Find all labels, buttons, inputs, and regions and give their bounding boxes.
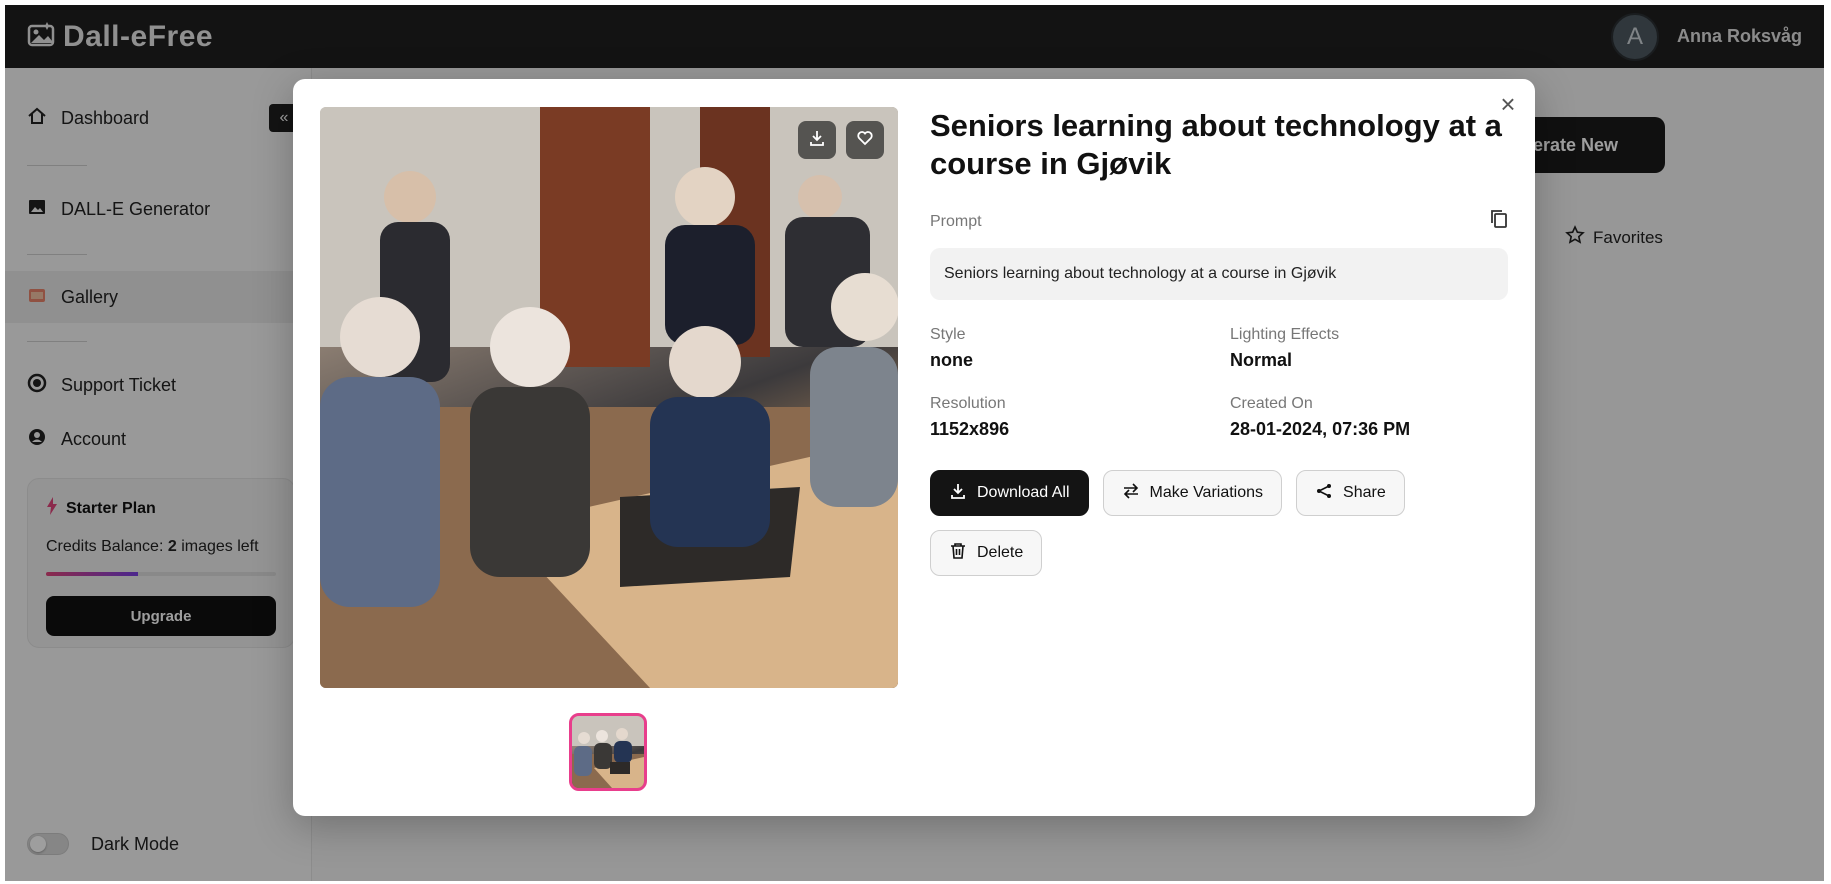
created-on-label: Created On (1230, 395, 1313, 412)
image-details-panel: Seniors learning about technology at a c… (930, 107, 1508, 576)
download-icon (808, 129, 826, 152)
created-on-field: Created On 28-01-2024, 07:36 PM (1230, 395, 1508, 440)
prompt-header: Prompt (930, 209, 1508, 234)
copy-prompt-button[interactable] (1490, 209, 1508, 234)
style-field: Style none (930, 326, 1230, 371)
delete-button[interactable]: Delete (930, 530, 1043, 576)
generated-image (320, 107, 898, 688)
share-icon (1315, 482, 1333, 505)
prompt-label: Prompt (930, 212, 982, 230)
image-metadata: Style none Lighting Effects Normal Resol… (930, 326, 1508, 440)
heart-icon (856, 129, 874, 152)
share-label: Share (1343, 484, 1386, 501)
image-actions: Download All Make Variations Share Delet… (930, 470, 1450, 576)
trash-icon (949, 542, 967, 565)
lighting-field: Lighting Effects Normal (1230, 326, 1508, 371)
make-variations-button[interactable]: Make Variations (1102, 470, 1283, 516)
style-label: Style (930, 326, 966, 343)
lighting-label: Lighting Effects (1230, 326, 1340, 343)
download-all-label: Download All (977, 484, 1070, 501)
app-frame: Dall-eFree A Anna Roksvåg « Dashboard DA… (5, 5, 1824, 881)
lighting-value: Normal (1230, 350, 1293, 370)
created-on-value: 28-01-2024, 07:36 PM (1230, 419, 1411, 439)
image-title: Seniors learning about technology at a c… (930, 108, 1502, 181)
thumbnail-illustration (572, 716, 644, 788)
prompt-text-box: Seniors learning about technology at a c… (930, 248, 1508, 300)
resolution-value: 1152x896 (930, 419, 1010, 439)
download-icon (949, 482, 967, 505)
swap-arrows-icon (1122, 482, 1140, 505)
download-all-button[interactable]: Download All (930, 470, 1089, 516)
make-variations-label: Make Variations (1149, 484, 1264, 501)
delete-label: Delete (977, 544, 1024, 561)
image-download-button[interactable] (798, 121, 836, 159)
image-favorite-button[interactable] (846, 121, 884, 159)
share-button[interactable]: Share (1296, 470, 1405, 516)
generated-image-illustration (320, 107, 898, 688)
style-value: none (930, 350, 973, 370)
resolution-field: Resolution 1152x896 (930, 395, 1230, 440)
resolution-label: Resolution (930, 395, 1006, 412)
copy-icon (1490, 210, 1508, 233)
image-thumbnail-selected[interactable] (569, 713, 647, 791)
image-detail-modal: × Seniors learning about technology at a… (293, 79, 1535, 816)
